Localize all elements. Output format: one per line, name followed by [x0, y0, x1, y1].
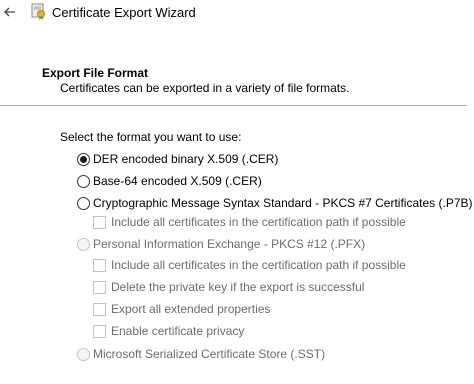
certificate-icon	[30, 3, 47, 20]
radio-pfx[interactable]: Personal Information Exchange - PKCS #12…	[77, 236, 365, 252]
title-bar: Certificate Export Wizard	[0, 0, 474, 28]
radio-base64[interactable]: Base-64 encoded X.509 (.CER)	[77, 173, 262, 189]
header-description: Certificates can be exported in a variet…	[60, 81, 350, 95]
header-divider	[0, 105, 467, 106]
radio-der-label: DER encoded binary X.509 (.CER)	[93, 152, 279, 166]
checkbox[interactable]	[93, 280, 106, 294]
checkbox-p7b-include-path[interactable]: Include all certificates in the certific…	[93, 214, 406, 230]
radio-sst-label: Microsoft Serialized Certificate Store (…	[93, 347, 326, 361]
checkbox-delete-private-key[interactable]: Delete the private key if the export is …	[93, 279, 364, 295]
checkbox[interactable]	[93, 302, 106, 316]
radio-p7b-label: Cryptographic Message Syntax Standard - …	[93, 196, 473, 210]
checkbox-export-extended-properties[interactable]: Export all extended properties	[93, 301, 270, 317]
window-title: Certificate Export Wizard	[52, 5, 196, 20]
checkbox[interactable]	[93, 258, 106, 272]
radio-button[interactable]	[77, 196, 90, 210]
radio-button[interactable]	[77, 237, 90, 251]
checkbox[interactable]	[93, 324, 106, 338]
radio-button[interactable]	[77, 347, 90, 361]
checkbox-pfx-include-path-label: Include all certificates in the certific…	[111, 258, 406, 272]
radio-button[interactable]	[77, 152, 90, 166]
checkbox-enable-certificate-privacy[interactable]: Enable certificate privacy	[93, 323, 244, 339]
radio-der[interactable]: DER encoded binary X.509 (.CER)	[77, 151, 278, 167]
back-arrow-icon[interactable]	[2, 4, 18, 20]
certificate-glyph	[31, 3, 45, 20]
radio-p7b[interactable]: Cryptographic Message Syntax Standard - …	[77, 195, 473, 211]
checkbox[interactable]	[93, 215, 106, 229]
radio-base64-label: Base-64 encoded X.509 (.CER)	[93, 174, 262, 188]
checkbox-pfx-include-path[interactable]: Include all certificates in the certific…	[93, 257, 406, 273]
radio-button[interactable]	[77, 174, 90, 188]
checkbox-delete-private-key-label: Delete the private key if the export is …	[111, 280, 365, 294]
radio-pfx-label: Personal Information Exchange - PKCS #12…	[93, 237, 366, 251]
checkbox-enable-certificate-privacy-label: Enable certificate privacy	[111, 324, 245, 338]
radio-sst[interactable]: Microsoft Serialized Certificate Store (…	[77, 346, 325, 362]
back-arrow-glyph	[4, 7, 15, 17]
header-title: Export File Format	[42, 66, 149, 80]
format-prompt: Select the format you want to use:	[60, 130, 242, 144]
checkbox-p7b-include-path-label: Include all certificates in the certific…	[111, 215, 406, 229]
checkbox-export-extended-properties-label: Export all extended properties	[111, 302, 271, 316]
